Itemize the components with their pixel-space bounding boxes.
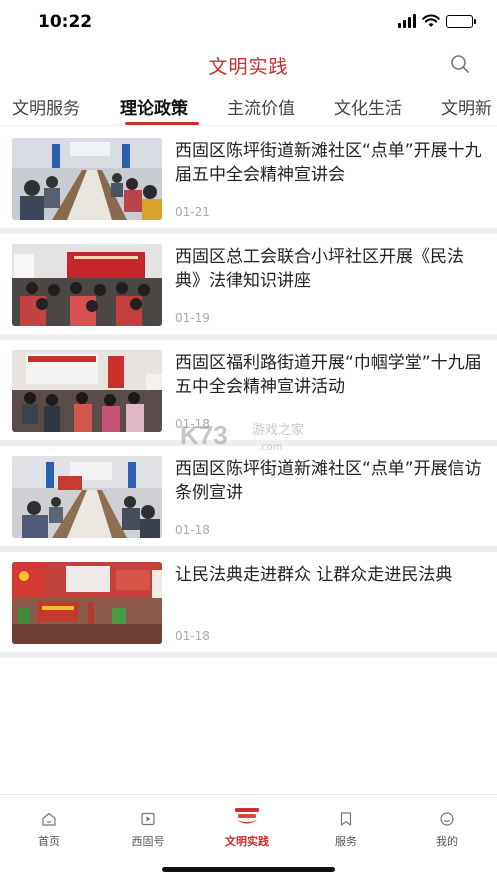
news-date: 01-19 [175,311,210,325]
news-title: 西固区陈坪街道新滩社区“点单”开展信访条例宣讲 [175,459,482,503]
tabbar-item-service[interactable]: 服务 [316,811,376,849]
status-bar: 10:22 [0,0,497,46]
tabbar-label: 服务 [335,835,357,848]
tabbar-label: 首页 [38,835,60,848]
news-list: 西固区陈坪街道新滩社区“点单”开展十九届五中全会精神宣讲会 01-21 西固区总… [0,128,497,658]
tab-wenming-fuwu[interactable]: 文明服务 [12,94,80,119]
news-item[interactable]: 西固区总工会联合小坪社区开展《民法典》法律知识讲座 01-19 [0,234,497,340]
app-header: 文明实践 [0,46,497,86]
news-item[interactable]: 让民法典走进群众 让群众走进民法典 01-18 [0,552,497,658]
news-date: 01-18 [175,629,210,643]
status-time: 10:22 [38,12,93,32]
svg-text:游戏之家: 游戏之家 [252,422,304,438]
tabbar-label: 西固号 [131,835,165,848]
news-item[interactable]: 西固区陈坪街道新滩社区“点单”开展十九届五中全会精神宣讲会 01-21 [0,128,497,234]
news-title: 西固区陈坪街道新滩社区“点单”开展十九届五中全会精神宣讲会 [175,141,482,185]
wifi-icon [422,14,440,27]
tabbar-item-xiguhao[interactable]: 西固号 [118,811,178,849]
svg-text:K73: K73 [180,420,228,450]
news-title: 西固区总工会联合小坪社区开展《民法典》法律知识讲座 [175,247,464,291]
tab-lilun-zhengce[interactable]: 理论政策 [120,94,188,119]
news-title: 西固区福利路街道开展“巾帼学堂”十九届五中全会精神宣讲活动 [175,353,482,397]
profile-icon [440,812,454,826]
news-item[interactable]: 西固区陈坪街道新滩社区“点单”开展信访条例宣讲 01-18 [0,446,497,552]
status-icons [398,14,476,28]
news-date: 01-18 [175,523,210,537]
news-thumbnail [12,456,162,538]
watermark-logo: K73 游戏之家 .com [180,420,304,453]
svg-text:.com: .com [258,442,283,453]
signal-icon [398,14,416,28]
category-tabs: 文明服务 理论政策 主流价值 文化生活 文明新 [0,88,497,126]
tab-zhuliu-jiazhi[interactable]: 主流价值 [227,94,295,119]
tabbar-label: 我的 [436,835,458,848]
news-thumbnail [12,350,162,432]
news-date: 01-21 [175,205,210,219]
news-title: 让民法典走进群众 让群众走进民法典 [175,565,453,585]
home-indicator [162,867,335,872]
tabbar-item-profile[interactable]: 我的 [417,811,477,849]
page-title: 文明实践 [208,56,289,78]
tabbar-item-wenming-shijian[interactable]: 文明实践 [217,808,277,849]
news-thumbnail [12,244,162,326]
news-thumbnail [12,138,162,220]
battery-icon [446,14,476,28]
tab-wenming-xin[interactable]: 文明新 [441,94,492,119]
tab-wenhua-shenghuo[interactable]: 文化生活 [334,94,402,119]
tabbar-label: 文明实践 [225,835,269,848]
video-icon [141,812,155,826]
home-icon [42,812,56,826]
bookmark-icon [340,812,352,826]
active-tab-indicator [125,122,199,125]
news-thumbnail [12,562,162,644]
search-icon[interactable] [449,53,471,75]
practice-icon [235,808,259,824]
tabbar-item-home[interactable]: 首页 [19,811,79,849]
